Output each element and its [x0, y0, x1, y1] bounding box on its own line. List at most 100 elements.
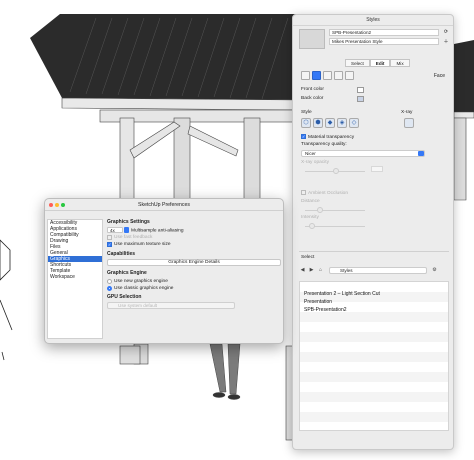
- hidden-line-icon[interactable]: ⬢: [313, 118, 323, 128]
- create-style-icon[interactable]: ＋: [443, 39, 449, 45]
- wireframe-icon[interactable]: ⬡: [301, 118, 311, 128]
- back-arrow-icon[interactable]: ◀: [299, 267, 306, 274]
- window-controls: [49, 203, 65, 207]
- classic-engine-radio[interactable]: [107, 285, 112, 291]
- preferences-dialog: SketchUp Preferences Accessibility Appli…: [44, 198, 284, 344]
- classic-engine-label: Use classic graphics engine: [114, 286, 174, 292]
- graphics-engine-details-button[interactable]: Graphics Engine Details: [107, 259, 281, 267]
- background-settings-icon[interactable]: [323, 71, 332, 80]
- preferences-sidebar: Accessibility Applications Compatibility…: [47, 219, 103, 339]
- fast-feedback-checkbox: [107, 234, 112, 240]
- tab-select[interactable]: Select: [345, 59, 370, 67]
- modeling-settings-icon[interactable]: [345, 71, 354, 80]
- material-transparency-label: Material transparency: [308, 134, 355, 140]
- graphics-engine-header: Graphics Engine: [107, 270, 147, 277]
- styles-panel-title: Styles: [293, 15, 453, 26]
- graphics-settings-pane: Graphics Settings 4x Multisample anti-ali…: [107, 219, 281, 310]
- chevron-down-icon[interactable]: [124, 227, 129, 233]
- front-color-swatch[interactable]: [357, 87, 364, 93]
- left-figure: [0, 239, 13, 361]
- shaded-textures-icon[interactable]: ◈: [337, 118, 347, 128]
- ambient-occlusion-row[interactable]: Ambient Occlusion: [301, 190, 348, 196]
- post: [173, 117, 191, 201]
- brace: [187, 125, 239, 157]
- xray-toggle-icon[interactable]: [404, 118, 414, 128]
- multisample-row: 4x Multisample anti-aliasing: [107, 227, 281, 234]
- close-window-icon[interactable]: [49, 203, 53, 207]
- max-texture-checkbox[interactable]: ✓: [107, 241, 112, 247]
- list-item[interactable]: Presentation 2 – Light Section Cut: [300, 290, 448, 298]
- update-style-icon[interactable]: ⟳: [443, 29, 449, 35]
- tab-edit[interactable]: Edit: [369, 59, 391, 67]
- footing: [119, 345, 141, 365]
- styles-tabs: Select Edit Mix: [345, 59, 410, 67]
- list-item[interactable]: Presentation: [300, 298, 448, 306]
- style-description-field[interactable]: Mikes Presentation Style: [329, 38, 439, 45]
- style-label: Style: [301, 110, 312, 115]
- face-settings-icon[interactable]: [312, 71, 321, 80]
- front-color-label: Front color: [301, 87, 324, 92]
- graphics-settings-header: Graphics Settings: [107, 219, 150, 225]
- edit-mode-toolbar: [301, 71, 354, 80]
- classic-engine-row[interactable]: Use classic graphics engine: [107, 285, 281, 292]
- brace: [129, 121, 181, 159]
- new-engine-label: Use new graphics engine: [114, 279, 168, 285]
- transparency-quality-value: Nicer: [305, 151, 316, 156]
- post: [243, 117, 261, 201]
- monochrome-icon[interactable]: ◇: [349, 118, 359, 128]
- xray-opacity-knob[interactable]: [333, 168, 339, 174]
- xray-opacity-value[interactable]: [371, 166, 383, 172]
- roof-fascia: [61, 97, 301, 111]
- zoom-window-icon[interactable]: [61, 203, 65, 207]
- max-texture-label: Use maximum texture size: [114, 242, 171, 248]
- ambient-occlusion-checkbox[interactable]: [301, 190, 306, 195]
- home-icon[interactable]: ⌂: [317, 267, 324, 274]
- preferences-title-bar: SketchUp Preferences: [45, 199, 283, 211]
- transparency-quality-select[interactable]: Nicer: [301, 150, 425, 157]
- tab-mix[interactable]: Mix: [390, 59, 410, 67]
- list-item[interactable]: SPB-Presentation2: [300, 306, 448, 314]
- face-section-label: Face: [433, 73, 445, 79]
- back-color-label: Back color: [301, 96, 324, 101]
- styles-panel: Styles SPB-Presentation2 Mikes Presentat…: [292, 14, 454, 450]
- gpu-select: Use system default: [107, 302, 235, 310]
- roof-surface-right: [454, 40, 474, 112]
- distance-slider[interactable]: [305, 210, 365, 211]
- library-select[interactable]: Styles: [329, 267, 427, 274]
- style-name-field[interactable]: SPB-Presentation2: [329, 29, 439, 36]
- distance-label: Distance: [301, 199, 320, 204]
- new-engine-row[interactable]: Use new graphics engine: [107, 278, 281, 285]
- post: [119, 117, 135, 201]
- intensity-knob[interactable]: [309, 223, 315, 229]
- multisample-select[interactable]: 4x: [107, 227, 123, 233]
- ambient-occlusion-label: Ambient Occlusion: [308, 190, 348, 196]
- minimize-window-icon[interactable]: [55, 203, 59, 207]
- new-engine-radio[interactable]: [107, 278, 112, 284]
- back-color-swatch[interactable]: [357, 96, 364, 102]
- style-library-list[interactable]: Presentation 2 – Light Section Cut Prese…: [299, 281, 449, 431]
- transparency-quality-label: Transparency quality:: [301, 142, 347, 147]
- style-thumbnail: [299, 29, 325, 49]
- capabilities-header: Capabilities: [107, 251, 136, 258]
- sidebar-item-workspace[interactable]: Workspace: [48, 274, 102, 280]
- intensity-label: Intensity: [301, 215, 319, 220]
- fast-feedback-row: Use fast feedback: [107, 234, 281, 241]
- edge-settings-icon[interactable]: [301, 71, 310, 80]
- fast-feedback-label: Use fast feedback: [114, 235, 153, 241]
- watermark-settings-icon[interactable]: [334, 71, 343, 80]
- material-transparency-row[interactable]: ✓ Material transparency: [301, 134, 354, 140]
- face-style-buttons: ⬡ ⬢ ◆ ◈ ◇: [301, 118, 359, 128]
- chevron-down-icon: [418, 151, 424, 156]
- select-section-header: Select: [301, 255, 315, 260]
- preferences-title: SketchUp Preferences: [138, 202, 190, 208]
- material-transparency-checkbox[interactable]: ✓: [301, 134, 306, 139]
- forward-arrow-icon[interactable]: ▶: [308, 267, 315, 274]
- roof-fascia-right: [453, 111, 474, 119]
- distance-knob[interactable]: [317, 207, 323, 213]
- max-texture-row[interactable]: ✓ Use maximum texture size: [107, 241, 281, 248]
- person-figure: [209, 343, 241, 400]
- xray-label: X-ray: [401, 110, 413, 115]
- shaded-icon[interactable]: ◆: [325, 118, 335, 128]
- post-right: [453, 117, 467, 201]
- details-icon[interactable]: ⚙: [431, 267, 438, 274]
